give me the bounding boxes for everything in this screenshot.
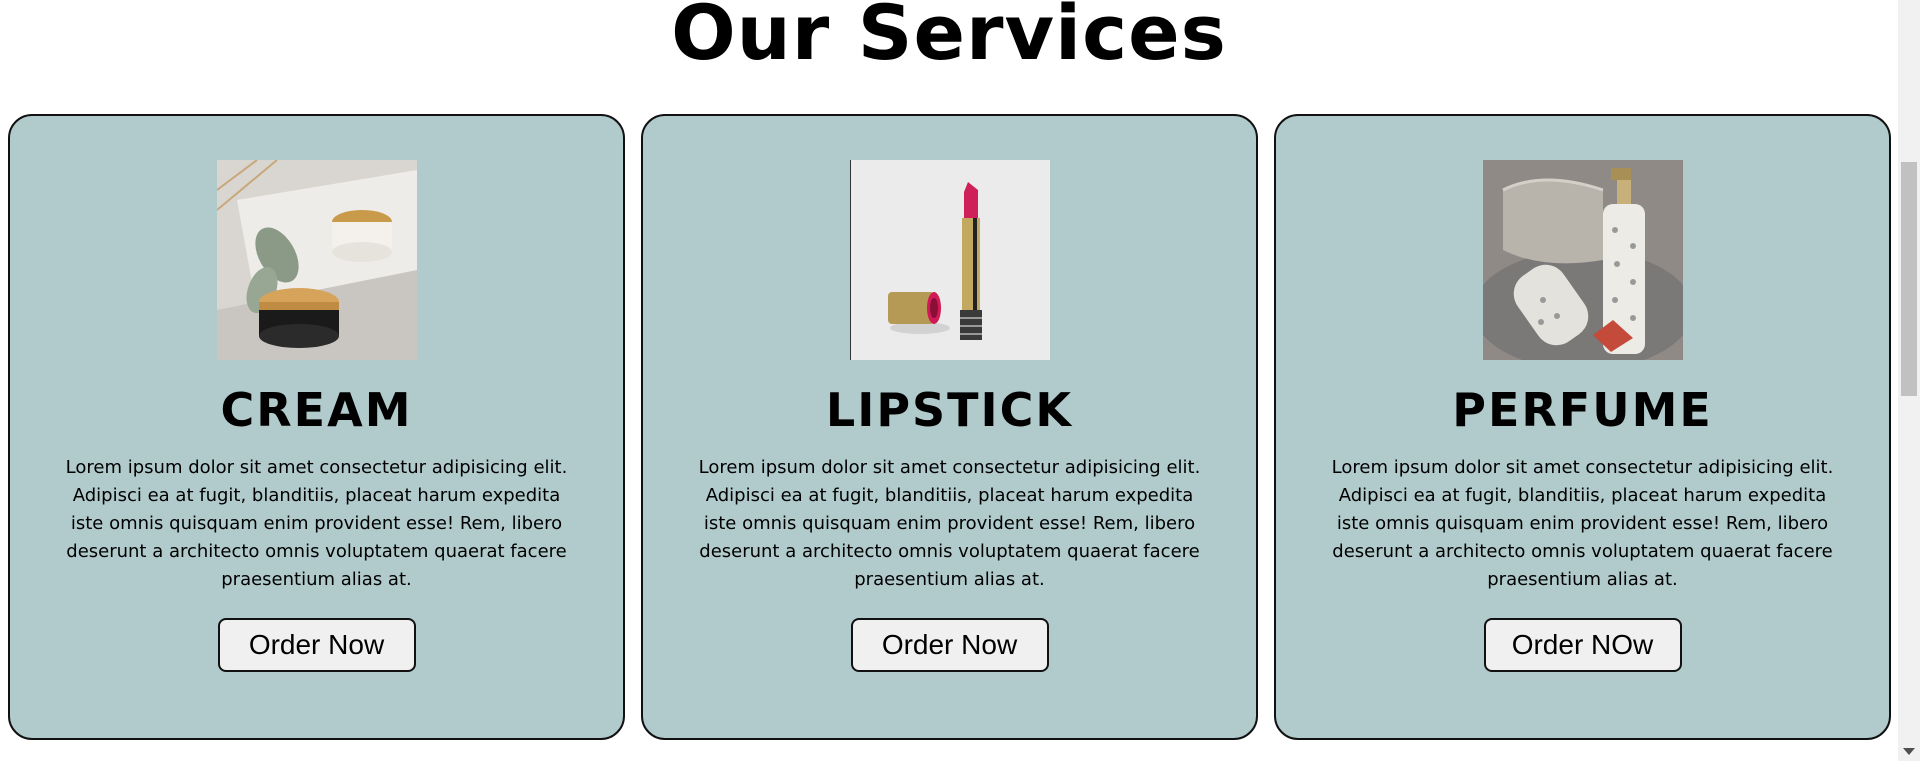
perfume-bottles-image xyxy=(1482,160,1683,360)
card-title: LIPSTICK xyxy=(825,383,1074,437)
card-title: CREAM xyxy=(220,383,413,437)
lipstick-icon xyxy=(849,160,1050,360)
card-description: Lorem ipsum dolor sit amet consectetur a… xyxy=(698,457,1201,590)
card-title: PERFUME xyxy=(1452,383,1713,437)
cream-jars-image xyxy=(216,160,417,360)
order-now-button-cream[interactable]: Order Now xyxy=(217,618,416,672)
scrollbar-thumb[interactable] xyxy=(1901,162,1917,396)
service-card-cream: CREAM Lorem ipsum dolor sit amet consect… xyxy=(8,114,625,740)
lipstick-image xyxy=(849,160,1050,360)
order-now-button-lipstick[interactable]: Order Now xyxy=(850,618,1049,672)
card-description: Lorem ipsum dolor sit amet consectetur a… xyxy=(65,457,568,590)
page: Our Services CREAM Lorem ipsum dolor sit… xyxy=(0,0,1920,761)
service-card-lipstick: LIPSTICK Lorem ipsum dolor sit amet cons… xyxy=(641,114,1258,740)
vertical-scrollbar[interactable] xyxy=(1898,0,1920,761)
services-cards: CREAM Lorem ipsum dolor sit amet consect… xyxy=(8,114,1891,740)
scroll-down-arrow-icon[interactable] xyxy=(1903,748,1915,755)
order-now-button-perfume[interactable]: Order NOw xyxy=(1483,618,1682,672)
service-card-perfume: PERFUME Lorem ipsum dolor sit amet conse… xyxy=(1274,114,1891,740)
perfume-bottles-icon xyxy=(1482,160,1683,360)
cream-jars-icon xyxy=(216,160,417,360)
page-title: Our Services xyxy=(671,0,1227,77)
card-description: Lorem ipsum dolor sit amet consectetur a… xyxy=(1331,457,1834,590)
